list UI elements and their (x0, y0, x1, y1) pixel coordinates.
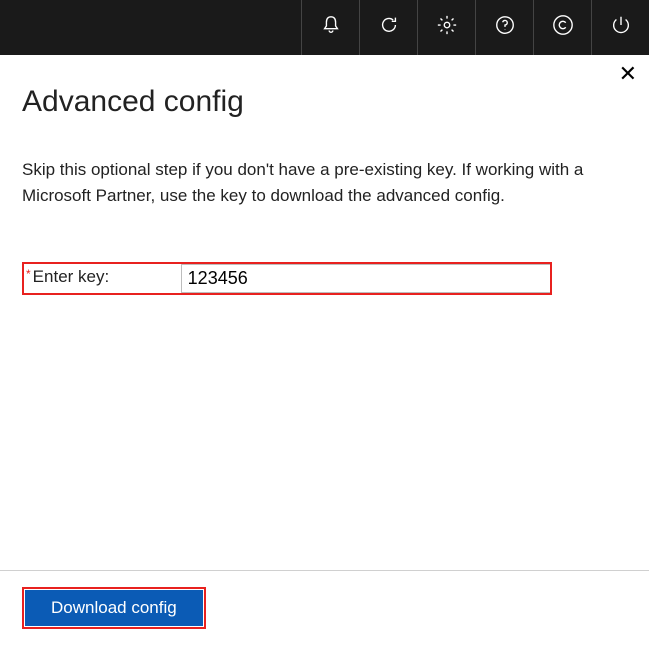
help-icon (494, 14, 516, 41)
power-icon (610, 14, 632, 41)
bell-icon (320, 14, 342, 41)
download-config-button[interactable]: Download config (25, 590, 203, 626)
panel-title: Advanced config (22, 85, 627, 119)
copyright-icon (552, 14, 574, 41)
top-header-bar (0, 0, 649, 55)
close-button[interactable]: ✕ (619, 63, 637, 85)
help-button[interactable] (475, 0, 533, 55)
panel-description: Skip this optional step if you don't hav… (22, 157, 627, 210)
power-button[interactable] (591, 0, 649, 55)
enter-key-label: Enter key: (33, 264, 181, 293)
advanced-config-panel: ✕ Advanced config Skip this optional ste… (0, 55, 649, 315)
copyright-button[interactable] (533, 0, 591, 55)
enter-key-input[interactable] (181, 264, 550, 293)
enter-key-field-row: * Enter key: (22, 262, 552, 295)
download-button-highlight: Download config (22, 587, 206, 629)
required-indicator: * (24, 264, 33, 293)
refresh-button[interactable] (359, 0, 417, 55)
refresh-icon (378, 14, 400, 41)
panel-footer: Download config (0, 570, 649, 645)
settings-button[interactable] (417, 0, 475, 55)
panel-content: Advanced config Skip this optional step … (0, 55, 649, 315)
notifications-button[interactable] (301, 0, 359, 55)
close-icon: ✕ (619, 61, 637, 86)
gear-icon (436, 14, 458, 41)
